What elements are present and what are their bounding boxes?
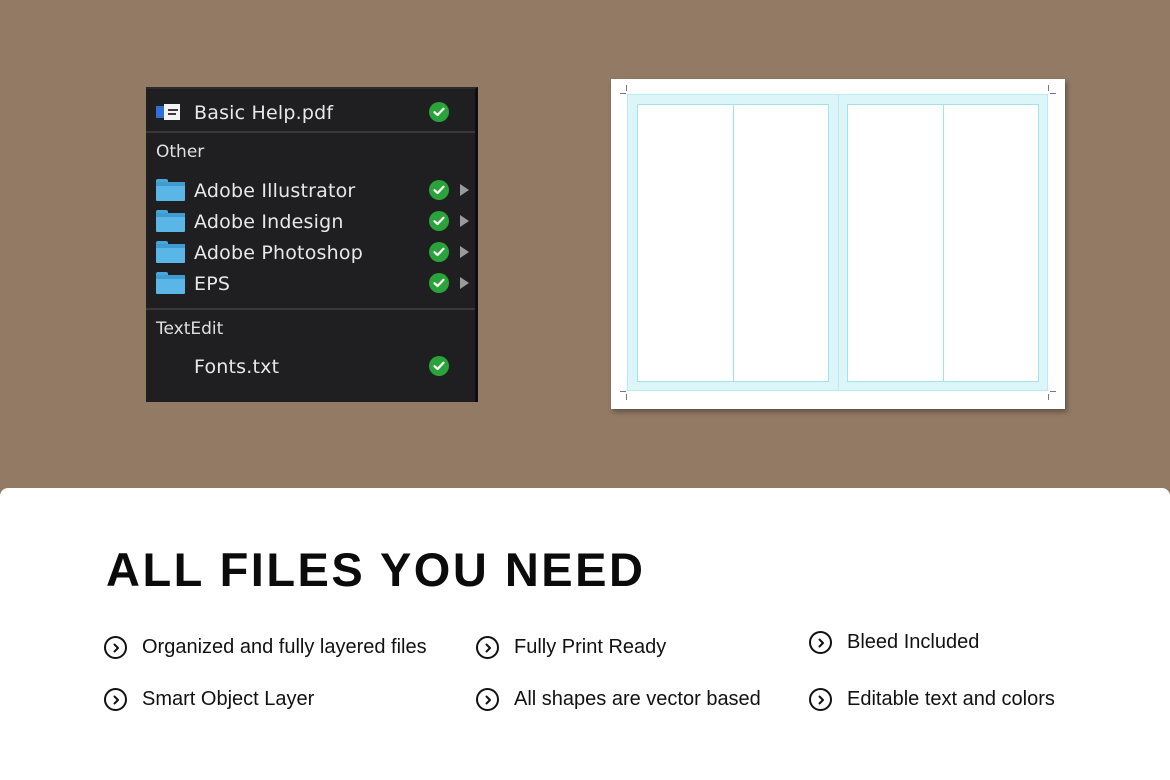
divider bbox=[146, 308, 475, 310]
divider bbox=[146, 131, 475, 133]
page-right bbox=[847, 104, 1039, 382]
folder-name: Adobe Photoshop bbox=[194, 242, 363, 264]
file-name: Fonts.txt bbox=[194, 356, 280, 378]
feature-text: Bleed Included bbox=[847, 631, 980, 653]
file-name: Basic Help.pdf bbox=[194, 102, 334, 124]
folder-name: EPS bbox=[194, 273, 231, 295]
feature-item: Organized and fully layered files bbox=[104, 636, 427, 659]
headline: ALL FILES YOU NEED bbox=[106, 543, 646, 596]
check-icon bbox=[429, 180, 449, 200]
check-icon bbox=[429, 211, 449, 231]
disclosure-arrow-icon[interactable] bbox=[460, 246, 469, 258]
chevron-right-circle-icon bbox=[476, 636, 499, 659]
page-left bbox=[637, 104, 829, 382]
folder-row-adobe-photoshop[interactable]: Adobe Photoshop bbox=[146, 237, 475, 267]
feature-item: Bleed Included bbox=[809, 631, 979, 654]
crop-mark bbox=[1048, 85, 1049, 91]
section-label-textedit: TextEdit bbox=[156, 319, 224, 339]
folder-row-adobe-indesign[interactable]: Adobe Indesign bbox=[146, 206, 475, 236]
folder-name: Adobe Illustrator bbox=[194, 180, 356, 202]
feature-text: Smart Object Layer bbox=[142, 688, 315, 710]
feature-text: Editable text and colors bbox=[847, 688, 1055, 710]
crop-mark bbox=[626, 85, 627, 91]
crop-mark bbox=[620, 391, 626, 392]
file-list-panel: Basic Help.pdf Other Adobe Illustrator A… bbox=[146, 87, 478, 402]
feature-item: Editable text and colors bbox=[809, 688, 1055, 711]
chevron-right-circle-icon bbox=[476, 688, 499, 711]
file-row-basic-help[interactable]: Basic Help.pdf bbox=[146, 97, 475, 127]
chevron-right-circle-icon bbox=[809, 631, 832, 654]
crop-mark bbox=[620, 93, 626, 94]
crop-mark bbox=[626, 394, 627, 400]
folder-row-adobe-illustrator[interactable]: Adobe Illustrator bbox=[146, 175, 475, 205]
disclosure-arrow-icon[interactable] bbox=[460, 184, 469, 196]
chevron-right-circle-icon bbox=[104, 636, 127, 659]
spread-fold-line bbox=[838, 94, 839, 391]
feature-text: Fully Print Ready bbox=[514, 636, 667, 658]
folder-row-eps[interactable]: EPS bbox=[146, 268, 475, 298]
document-layout-preview bbox=[611, 79, 1065, 409]
crop-mark bbox=[1050, 391, 1056, 392]
feature-text: All shapes are vector based bbox=[514, 688, 761, 710]
folder-name: Adobe Indesign bbox=[194, 211, 344, 233]
column-guide bbox=[733, 105, 734, 381]
chevron-right-circle-icon bbox=[809, 688, 832, 711]
feature-item: All shapes are vector based bbox=[476, 688, 761, 711]
section-label-other: Other bbox=[156, 142, 205, 162]
crop-mark bbox=[1050, 93, 1056, 94]
crop-mark bbox=[1048, 394, 1049, 400]
feature-text: Organized and fully layered files bbox=[142, 636, 427, 658]
disclosure-arrow-icon[interactable] bbox=[460, 215, 469, 227]
chevron-right-circle-icon bbox=[104, 688, 127, 711]
file-row-fonts-txt[interactable]: Fonts.txt bbox=[146, 351, 475, 381]
column-guide bbox=[943, 105, 944, 381]
check-icon bbox=[429, 102, 449, 122]
feature-item: Smart Object Layer bbox=[104, 688, 314, 711]
features-card: ALL FILES YOU NEED Organized and fully l… bbox=[0, 488, 1170, 780]
feature-item: Fully Print Ready bbox=[476, 636, 666, 659]
check-icon bbox=[429, 273, 449, 293]
check-icon bbox=[429, 242, 449, 262]
check-icon bbox=[429, 356, 449, 376]
disclosure-arrow-icon[interactable] bbox=[460, 277, 469, 289]
